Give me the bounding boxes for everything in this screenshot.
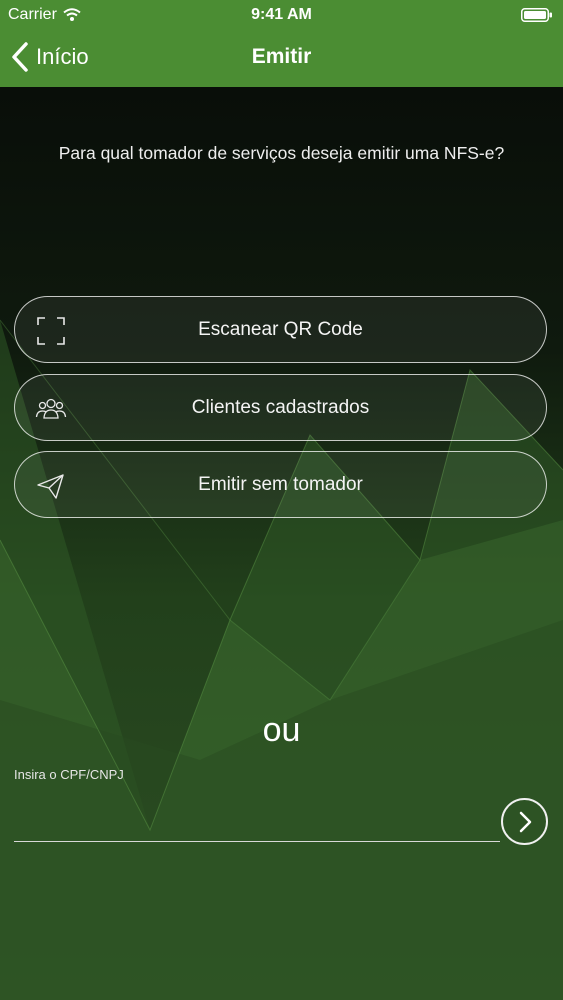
chevron-left-icon [12,42,28,72]
back-button[interactable]: Início [10,41,89,73]
cpf-cnpj-input[interactable] [14,804,500,842]
registered-clients-label: Clientes cadastrados [191,397,370,418]
chevron-right-icon [519,811,531,832]
back-label: Início [36,44,89,69]
scan-qr-label: Escanear QR Code [198,319,363,340]
status-time: 9:41 AM [251,6,312,23]
cpf-field-label: Insira o CPF/CNPJ [14,767,124,782]
or-separator: ou [262,711,301,749]
emit-without-recipient-label: Emitir sem tomador [198,474,363,495]
submit-cpf-button[interactable] [501,798,548,845]
battery-icon [521,8,552,22]
scan-qr-button[interactable]: Escanear QR Code [14,296,547,363]
status-bar: Carrier 9:41 AM [0,0,563,30]
prompt-text: Para qual tomador de serviços deseja emi… [58,143,505,163]
emit-without-recipient-button[interactable]: Emitir sem tomador [14,451,547,518]
nav-bar: Início Emitir [0,30,563,87]
registered-clients-button[interactable]: Clientes cadastrados [14,374,547,441]
